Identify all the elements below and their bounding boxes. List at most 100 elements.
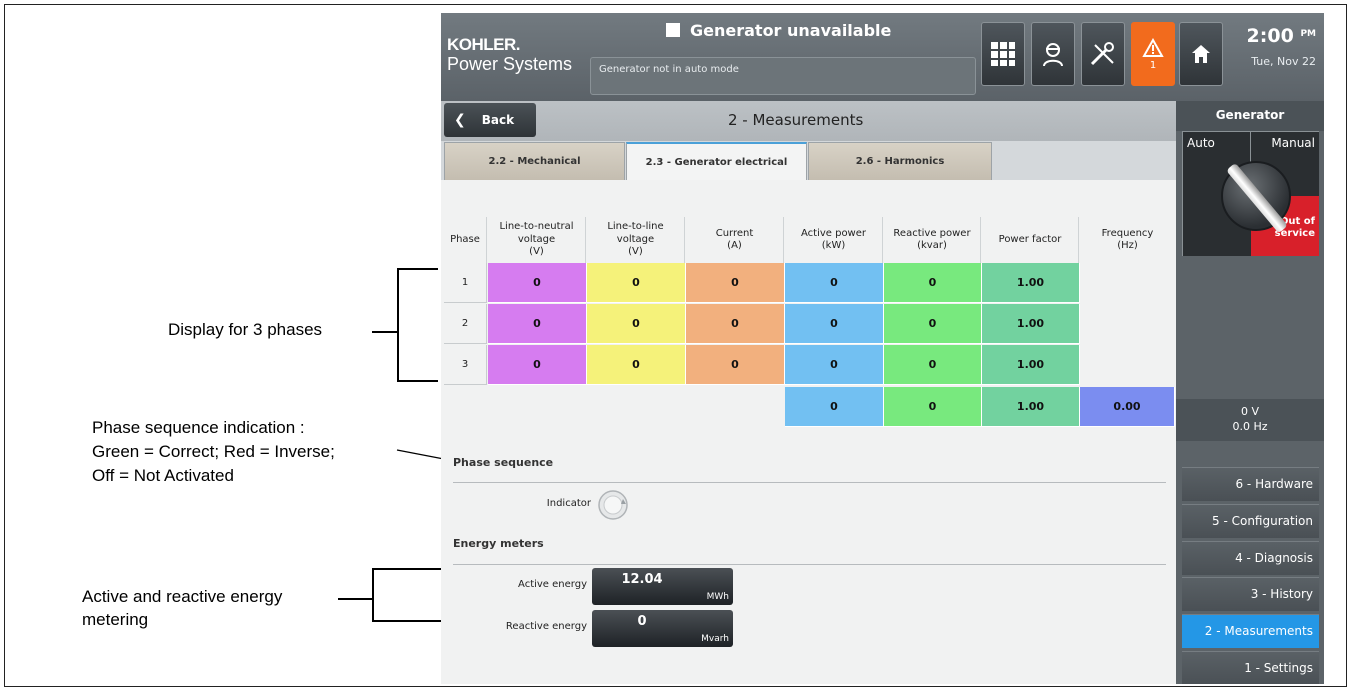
active-energy-unit: MWh: [706, 592, 729, 602]
llv-value: 0: [587, 263, 686, 303]
divider: [453, 482, 1166, 483]
header-power-factor: Power factor: [982, 217, 1079, 263]
callout-bracket: [397, 268, 399, 381]
header-line-neutral-voltage: Line-to-neutral voltage (V): [488, 217, 586, 263]
technician-icon: [1043, 43, 1063, 67]
header-unit: (Hz): [1117, 240, 1138, 251]
divider: [453, 564, 1166, 565]
mode-selector: Auto Manual Out of service: [1182, 131, 1319, 256]
header-bar: KOHLER. Power Systems Generator unavaila…: [441, 13, 1324, 101]
reactive-energy-unit: Mvarh: [701, 634, 729, 644]
header-unit: (kW): [821, 240, 846, 251]
power-factor-value: 1.00: [982, 345, 1080, 385]
header-text: Line-to-neutral: [499, 221, 574, 233]
clock-date: Tue, Nov 22: [1251, 55, 1316, 68]
header-active-power: Active power (kW): [785, 217, 883, 263]
header-unit: (V): [529, 246, 544, 258]
active-energy-meter: 12.04 MWh: [592, 568, 733, 605]
brand-logo: KOHLER.: [447, 35, 521, 54]
callout-phase-seq-3: Off = Not Activated: [92, 466, 234, 485]
generator-status-text: Generator unavailable: [690, 21, 892, 40]
phase-cell: 3: [444, 345, 487, 385]
phase-cell: 2: [444, 304, 487, 344]
callout-bracket-top: [397, 268, 438, 270]
tab-harmonics[interactable]: 2.6 - Harmonics: [808, 142, 992, 180]
controller-screen: KOHLER. Power Systems Generator unavaila…: [441, 13, 1324, 684]
technician-button[interactable]: [1031, 22, 1075, 86]
callout-bracket: [372, 568, 374, 621]
knob-pointer: [1226, 162, 1288, 234]
menu-item-diagnosis[interactable]: 4 - Diagnosis: [1182, 541, 1319, 575]
active-power-value: 0: [785, 304, 884, 344]
power-factor-value: 1.00: [982, 263, 1080, 303]
message-box: Generator not in auto mode: [590, 57, 976, 95]
back-label: Back: [481, 113, 515, 127]
menu-item-settings[interactable]: 1 - Settings: [1182, 651, 1319, 684]
generator-status: Generator unavailable: [666, 21, 891, 40]
energy-meters-title: Energy meters: [453, 537, 544, 550]
frequency-readout: 0.0 Hz: [1232, 420, 1268, 434]
clock-ampm: PM: [1300, 29, 1316, 39]
title-bar: ❮ Back 2 - Measurements: [441, 101, 1176, 141]
generator-readout: 0 V 0.0 Hz: [1176, 399, 1324, 441]
header-unit: (kvar): [917, 240, 947, 251]
alarm-icon: [1142, 37, 1164, 57]
callout-line: [338, 598, 372, 600]
grid-icon: [991, 42, 1015, 66]
chevron-left-icon: ❮: [454, 112, 466, 128]
reactive-energy-value: 0: [637, 614, 647, 629]
callout-phases: Display for 3 phases: [168, 320, 323, 339]
header-current: Current (A): [686, 217, 784, 263]
brand-subtitle: Power Systems: [447, 54, 573, 74]
callout-energy-1: Active and reactive energy: [82, 587, 283, 606]
menu-item-configuration[interactable]: 5 - Configuration: [1182, 504, 1319, 538]
alarm-button[interactable]: 1: [1131, 22, 1175, 86]
header-text: Current: [715, 227, 754, 239]
callout-energy-2: metering: [82, 610, 149, 629]
header-phase: Phase: [444, 217, 487, 263]
callout-bracket-bottom: [397, 380, 438, 382]
back-button[interactable]: ❮ Back: [444, 103, 536, 137]
lnv-value: 0: [488, 263, 587, 303]
active-energy-value: 12.04: [621, 572, 663, 587]
total-reactive-power: 0: [884, 387, 982, 427]
header-frequency: Frequency (Hz): [1080, 217, 1175, 263]
total-power-factor: 1.00: [982, 387, 1080, 427]
menu-item-hardware[interactable]: 6 - Hardware: [1182, 467, 1319, 501]
clock-time-text: 2:00: [1246, 25, 1294, 47]
callout-phase-seq-1: Phase sequence indication :: [92, 418, 305, 437]
tools-icon: [1090, 42, 1114, 66]
lnv-value: 0: [488, 304, 587, 344]
lnv-value: 0: [488, 345, 587, 385]
frequency-value: 0.00: [1080, 387, 1175, 427]
voltage-readout: 0 V: [1240, 405, 1260, 418]
power-factor-value: 1.00: [982, 304, 1080, 344]
header-reactive-power: Reactive power (kvar): [884, 217, 981, 263]
mode-selector-knob[interactable]: [1221, 161, 1291, 234]
header-unit: (V): [628, 246, 643, 258]
header-unit: (A): [727, 240, 742, 251]
tab-mechanical[interactable]: 2.2 - Mechanical: [444, 142, 625, 180]
indicator-label: Indicator: [546, 498, 591, 509]
side-panel-title: Generator: [1176, 101, 1324, 131]
tools-button[interactable]: [1081, 22, 1125, 86]
reactive-power-value: 0: [884, 304, 982, 344]
status-square-icon: [666, 23, 680, 37]
callout-phase-seq-2: Green = Correct; Red = Inverse;: [92, 442, 335, 461]
phase-sequence-title: Phase sequence: [453, 456, 554, 469]
header-text: Frequency: [1101, 227, 1154, 239]
page-title: 2 - Measurements: [728, 111, 864, 129]
header-text: Active power: [800, 227, 867, 239]
menu-item-history[interactable]: 3 - History: [1182, 577, 1319, 611]
active-power-value: 0: [785, 345, 884, 385]
header-text: Reactive power: [893, 227, 971, 239]
reactive-power-value: 0: [884, 263, 982, 303]
active-energy-label: Active energy: [518, 579, 587, 590]
header-text: voltage: [616, 233, 655, 245]
home-icon: [1192, 45, 1210, 63]
phase-cell: 1: [444, 263, 487, 303]
menu-item-measurements[interactable]: 2 - Measurements: [1182, 614, 1319, 648]
grid-button[interactable]: [981, 22, 1025, 86]
home-button[interactable]: [1179, 22, 1223, 86]
tab-generator-electrical[interactable]: 2.3 - Generator electrical: [626, 142, 807, 180]
